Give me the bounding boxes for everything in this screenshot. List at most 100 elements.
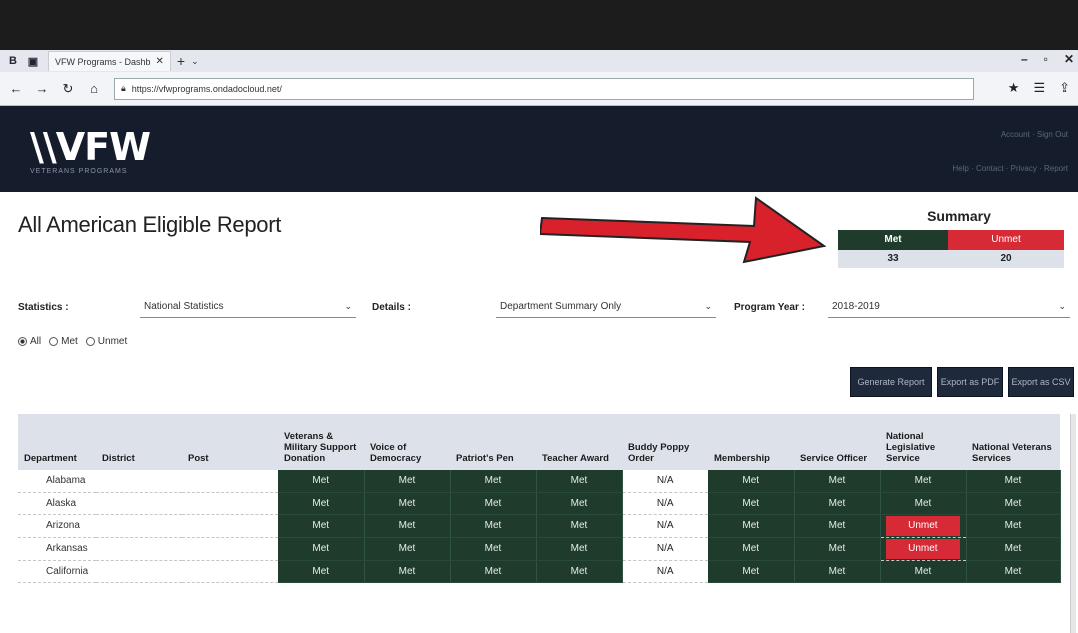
favorites-icon[interactable]: ☰ (1033, 80, 1045, 96)
status-cell-met: Met (880, 492, 967, 515)
column-header[interactable]: Patriot's Pen (450, 414, 536, 470)
status-cell-met: Met (364, 470, 451, 493)
department-cell: Arkansas (18, 537, 96, 561)
post-cell (182, 537, 278, 561)
header-help-links[interactable]: Help · Contact · Privacy · Report (952, 164, 1068, 173)
status-cell-met: Met (536, 560, 623, 583)
status-cell-na: N/A (622, 492, 708, 515)
column-header[interactable]: Membership (708, 414, 794, 470)
status-cell-met: Met (450, 492, 537, 515)
details-value: Department Summary Only (500, 301, 622, 312)
program-year-select[interactable]: 2018-2019 ⌄ (828, 296, 1070, 318)
status-cell-met: Met (966, 470, 1061, 493)
summary-met-header: Met (838, 230, 948, 250)
back-icon[interactable]: ← (6, 81, 26, 96)
radio-met[interactable]: Met (49, 336, 78, 347)
close-window-button[interactable]: ✕ (1064, 52, 1074, 66)
status-cell-met: Met (278, 514, 365, 538)
status-cell-met: Met (364, 537, 451, 561)
browser-toolbar-right: ★ ☰ ⇪ (1008, 80, 1070, 96)
browser-app-icon: B (9, 55, 17, 67)
site-header: \\VFW VETERANS PROGRAMS Account · Sign O… (0, 106, 1078, 192)
post-cell (182, 492, 278, 515)
statistics-label: Statistics : (18, 302, 69, 313)
status-cell-met: Met (536, 537, 623, 561)
table-row[interactable]: Arizona Met Met Met Met N/A Met Met Unmet Met (18, 514, 1061, 538)
radio-unmet-label: Unmet (97, 336, 128, 347)
minimize-button[interactable]: – (1021, 52, 1028, 66)
browser-tab-bar: B ▣ VFW Programs - Dashb ✕ + ⌄ – ▫ ✕ (0, 50, 1078, 72)
vfw-logo[interactable]: \\VFW (30, 128, 151, 166)
column-header[interactable]: Voice of Democracy (364, 414, 450, 470)
home-icon[interactable]: ⌂ (84, 81, 104, 96)
status-cell-met: Met (364, 514, 451, 538)
status-cell-met: Met (708, 492, 795, 515)
column-header[interactable]: National Legislative Service (880, 414, 966, 470)
details-label: Details : (372, 302, 411, 313)
status-cell-met: Met (794, 470, 881, 493)
tab-close-icon[interactable]: ✕ (156, 56, 164, 67)
column-header[interactable]: District (96, 414, 182, 470)
status-cell-met: Met (364, 492, 451, 515)
caret-down-icon: ⌄ (344, 301, 352, 311)
table-row[interactable]: Alaska Met Met Met Met N/A Met Met Met Met (18, 492, 1061, 515)
browser-tab[interactable]: VFW Programs - Dashb ✕ (48, 51, 171, 71)
status-radio-group: All Met Unmet (18, 336, 127, 347)
table-scrollbar[interactable] (1070, 414, 1076, 633)
status-cell-na: N/A (622, 514, 708, 538)
new-tab-button[interactable]: + (177, 53, 185, 69)
details-select[interactable]: Department Summary Only ⌄ (496, 296, 716, 318)
export-csv-button[interactable]: Export as CSV (1008, 367, 1074, 397)
url-field[interactable]: 🔒︎ https://vfwprograms.ondadocloud.net/ (114, 77, 974, 100)
maximize-button[interactable]: ▫ (1044, 52, 1048, 66)
status-cell-met: Met (794, 514, 881, 538)
export-pdf-button[interactable]: Export as PDF (937, 367, 1003, 397)
share-icon[interactable]: ⇪ (1059, 80, 1070, 96)
radio-all[interactable]: All (18, 336, 41, 347)
star-icon[interactable]: ★ (1008, 80, 1020, 96)
window-controls: – ▫ ✕ (1021, 52, 1074, 66)
district-cell (96, 492, 182, 515)
unmet-badge: Unmet (885, 515, 961, 536)
radio-met-dot[interactable] (49, 337, 59, 346)
department-cell: Alabama (18, 470, 96, 493)
table-row[interactable]: Arkansas Met Met Met Met N/A Met Met Unmet Met (18, 537, 1061, 561)
status-cell-met: Met (450, 537, 537, 561)
column-header[interactable]: National Veterans Services (966, 414, 1060, 470)
table-header-row: Department District Post Veterans & Militar… (18, 414, 1060, 470)
status-cell-met: Met (966, 492, 1061, 515)
tab-actions-icon[interactable]: ▣ (26, 54, 40, 68)
statistics-select[interactable]: National Statistics ⌄ (140, 296, 356, 318)
department-cell: Alaska (18, 492, 96, 515)
column-header[interactable]: Department (18, 414, 96, 470)
summary-met-count: 33 (838, 250, 948, 268)
generate-report-button[interactable]: Generate Report (850, 367, 932, 397)
status-cell-met: Met (794, 537, 881, 561)
page-title: All American Eligible Report (18, 212, 282, 237)
column-header[interactable]: Service Officer (794, 414, 880, 470)
lock-icon: 🔒︎ (121, 83, 126, 93)
forward-icon[interactable]: → (32, 81, 52, 96)
post-cell (182, 514, 278, 538)
column-header[interactable]: Post (182, 414, 278, 470)
district-cell (96, 537, 182, 561)
status-cell-met: Met (278, 492, 365, 515)
table-row[interactable]: Alabama Met Met Met Met N/A Met Met Met Met (18, 470, 1061, 493)
tab-menu-button[interactable]: ⌄ (191, 56, 199, 67)
column-header[interactable]: Veterans & Military Support Donation (278, 414, 364, 470)
radio-unmet-dot[interactable] (85, 337, 95, 346)
column-header[interactable]: Buddy Poppy Order (622, 414, 708, 470)
status-cell-met: Met (708, 537, 795, 561)
status-cell-met: Met (450, 560, 537, 583)
column-header[interactable]: Teacher Award (536, 414, 622, 470)
radio-all-dot[interactable] (18, 337, 27, 346)
header-account-link[interactable]: Account · Sign Out (1001, 130, 1068, 139)
department-cell: California (18, 560, 96, 583)
summary-panel: Summary Met Unmet 33 20 (838, 208, 1064, 268)
status-cell-met: Met (450, 470, 537, 493)
radio-unmet[interactable]: Unmet (85, 336, 128, 347)
status-cell-met: Met (536, 470, 623, 493)
table-row[interactable]: California Met Met Met Met N/A Met Met Met Met (18, 560, 1061, 583)
refresh-icon[interactable]: ↻ (58, 81, 78, 97)
statistics-value: National Statistics (144, 301, 224, 312)
